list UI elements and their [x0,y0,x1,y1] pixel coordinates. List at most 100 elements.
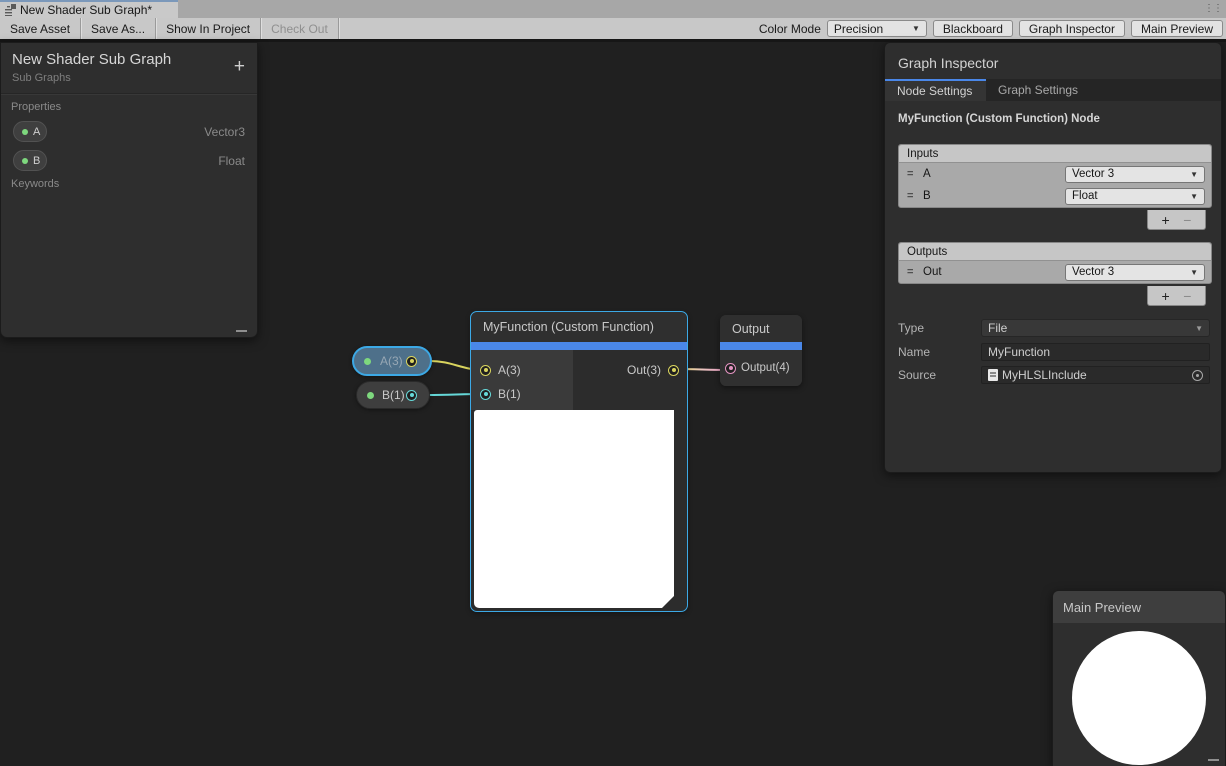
port-label: Output(4) [741,362,790,374]
blackboard-title[interactable]: New Shader Sub Graph [1,43,257,68]
preview-collapse-icon[interactable] [662,596,674,608]
output-node[interactable]: Output Output(4) [720,315,802,386]
chevron-down-icon: ▼ [1195,324,1203,333]
resize-handle[interactable] [236,330,247,332]
port-label: B(1) [498,387,521,401]
name-value: MyFunction [988,345,1050,359]
property-pill[interactable]: B [13,150,47,171]
color-mode-dropdown[interactable]: Precision ▼ [827,20,927,37]
input-row-b[interactable]: = B Float ▼ [899,185,1211,207]
node-output-column: Out(3) [573,350,687,410]
blackboard-subtitle: Sub Graphs [1,68,257,84]
type-dropdown[interactable]: File ▼ [981,319,1210,337]
tab-overflow-menu-icon[interactable]: ⋮⋮ [1204,2,1222,16]
document-icon [988,369,998,381]
chevron-down-icon: ▼ [912,24,920,33]
port-icon[interactable] [406,390,417,401]
source-label: Source [898,368,981,382]
object-picker-icon[interactable] [1192,370,1203,381]
graph-inspector-title[interactable]: Graph Inspector [885,43,1221,79]
add-output-button[interactable]: + [1162,288,1170,304]
add-input-button[interactable]: + [1162,212,1170,228]
type-field-row: Type File ▼ [898,319,1210,337]
blackboard-panel: New Shader Sub Graph Sub Graphs + Proper… [0,42,258,338]
tab-node-settings[interactable]: Node Settings [885,79,986,101]
property-node-label: A(3) [380,354,403,368]
port-icon[interactable] [668,365,679,376]
chevron-down-icon: ▼ [1190,268,1198,277]
add-property-button[interactable]: + [234,57,245,76]
show-in-project-button[interactable]: Show In Project [156,18,260,39]
property-name: B [33,155,40,167]
shader-preview-sphere [1072,631,1206,765]
inspected-node-title: MyFunction (Custom Function) Node [885,101,1221,125]
port-icon[interactable] [406,356,417,367]
property-node-a[interactable]: A(3) [352,346,432,376]
input-type-dropdown[interactable]: Vector 3 ▼ [1065,166,1205,183]
output-type-dropdown[interactable]: Vector 3 ▼ [1065,264,1205,281]
node-precision-bar [720,342,802,350]
input-type-dropdown[interactable]: Float ▼ [1065,188,1205,205]
main-preview-toggle-button[interactable]: Main Preview [1131,20,1223,37]
inputs-list: Inputs = A Vector 3 ▼ = B Float ▼ [898,144,1212,208]
unity-shader-graph-window: New Shader Sub Graph* ⋮⋮ Save Asset Save… [0,0,1226,766]
port-label: Out(3) [627,363,661,377]
color-mode-value: Precision [834,22,883,36]
input-name: A [923,168,931,180]
output-row-out[interactable]: = Out Vector 3 ▼ [899,261,1211,283]
type-value: File [988,321,1007,335]
chevron-down-icon: ▼ [1190,170,1198,179]
reorder-handle-icon[interactable]: = [907,168,923,180]
output-port-row: Out(3) [573,358,687,382]
outputs-list: Outputs = Out Vector 3 ▼ [898,242,1212,284]
node-title[interactable]: Output [720,315,802,342]
node-preview [474,410,674,608]
property-type: Vector3 [204,125,245,139]
resize-handle[interactable] [1208,759,1219,761]
node-title[interactable]: MyFunction (Custom Function) [471,312,687,342]
name-input[interactable]: MyFunction [981,343,1210,361]
graph-canvas[interactable]: A(3) B(1) MyFunction (Custom Function) A… [0,42,1226,766]
port-icon[interactable] [480,365,491,376]
reorder-handle-icon[interactable]: = [907,190,923,202]
inspector-tab-row: Node Settings Graph Settings [885,79,1221,101]
property-row-a[interactable]: A Vector3 [13,121,245,142]
input-type-value: Float [1072,190,1098,202]
outputs-list-footer: + − [1147,286,1206,306]
tab-label: New Shader Sub Graph* [20,3,152,17]
graph-inspector-toggle-button[interactable]: Graph Inspector [1019,20,1125,37]
remove-input-button[interactable]: − [1183,212,1191,228]
property-pill[interactable]: A [13,121,47,142]
save-asset-button[interactable]: Save Asset [0,18,80,39]
input-row-a[interactable]: = A Vector 3 ▼ [899,163,1211,185]
source-object-field[interactable]: MyHLSLInclude [981,366,1210,384]
input-name: B [923,190,931,202]
name-field-row: Name MyFunction [898,343,1210,361]
node-body: A(3) B(1) Out(3) [471,350,687,410]
reorder-handle-icon[interactable]: = [907,266,923,278]
source-field-row: Source MyHLSLInclude [898,366,1210,384]
input-type-value: Vector 3 [1072,168,1114,180]
blackboard-toggle-button[interactable]: Blackboard [933,20,1013,37]
type-label: Type [898,321,981,335]
chevron-down-icon: ▼ [1190,192,1198,201]
port-icon[interactable] [725,363,736,374]
output-name: Out [923,266,942,278]
main-preview-body [1053,623,1225,766]
node-input-column: A(3) B(1) [471,350,573,410]
node-precision-bar [471,342,687,350]
property-node-b[interactable]: B(1) [356,381,430,409]
toolbar: Save Asset Save As... Show In Project Ch… [0,18,1226,39]
inputs-list-footer: + − [1147,210,1206,230]
remove-output-button[interactable]: − [1183,288,1191,304]
save-as-button[interactable]: Save As... [81,18,155,39]
check-out-button: Check Out [261,18,338,39]
port-icon[interactable] [480,389,491,400]
myfunction-node[interactable]: MyFunction (Custom Function) A(3) B(1) O… [471,312,687,611]
tab-graph-settings[interactable]: Graph Settings [986,79,1090,101]
tab-new-shader-sub-graph[interactable]: New Shader Sub Graph* [0,0,178,18]
keywords-section-label: Keywords [1,171,257,190]
property-row-b[interactable]: B Float [13,150,245,171]
main-preview-title[interactable]: Main Preview [1053,591,1225,623]
toolbar-separator [338,18,339,39]
